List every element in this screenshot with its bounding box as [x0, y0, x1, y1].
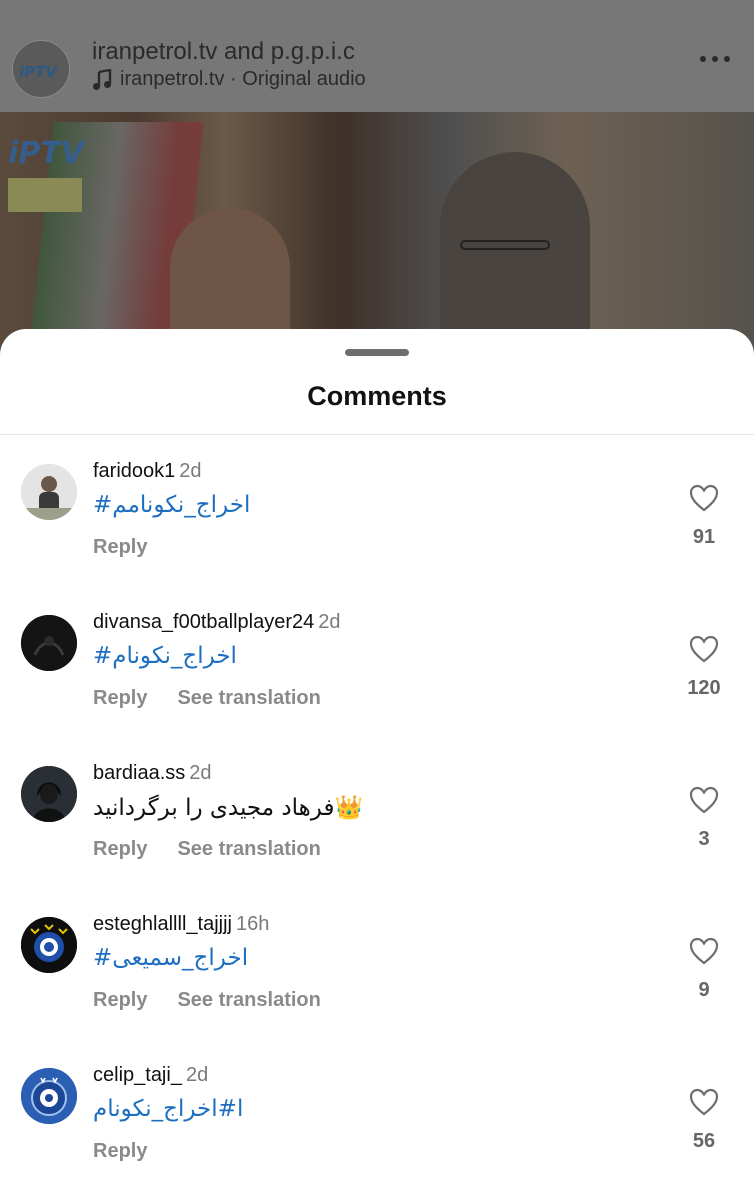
reply-button[interactable]: Reply [93, 1140, 147, 1163]
heart-outline-icon[interactable] [689, 786, 719, 814]
sheet-title: Comments [307, 381, 447, 411]
reply-button[interactable]: Reply [93, 989, 147, 1012]
reel-header: iPTV iranpetrol.tv and p.g.p.i.c iranpet… [0, 0, 754, 112]
see-translation-button[interactable]: See translation [177, 989, 320, 1012]
reel-avatar[interactable]: iPTV [12, 40, 70, 98]
like-control[interactable]: 120 [674, 635, 734, 700]
avatar[interactable] [21, 917, 77, 973]
sheet-drag-handle[interactable] [345, 349, 409, 356]
music-note-icon [93, 68, 112, 90]
reel-audio[interactable]: iranpetrol.tv · Original audio [92, 68, 366, 91]
comment-time: 16h [235, 913, 270, 935]
iptv-logo: iPTV [19, 63, 57, 81]
reply-button[interactable]: Reply [93, 536, 147, 559]
comment-time: 2d [185, 1064, 209, 1086]
see-translation-button[interactable]: See translation [177, 838, 320, 861]
comment-time: 2d [318, 611, 341, 633]
reel-audio-label: iranpetrol.tv · Original audio [120, 68, 366, 90]
comments-sheet: Comments faridook1 2d #اخراج_نکونامم Repl… [0, 329, 754, 1200]
like-count: 9 [698, 979, 710, 1001]
like-count: 120 [687, 677, 721, 699]
comment-text[interactable]: ا#اخراج_نکونام [93, 1096, 243, 1122]
comment-text[interactable]: فرهاد مجیدی را برگردانید👑 [93, 794, 363, 821]
comment-username[interactable]: celip_taji_ 2d [93, 1064, 208, 1087]
comment-actions: Reply [93, 1140, 147, 1163]
comment-actions: Reply See translation [93, 989, 321, 1012]
heart-outline-icon[interactable] [689, 635, 719, 663]
comment-time: 2d [189, 762, 212, 784]
heart-outline-icon[interactable] [689, 937, 719, 965]
iptv-banner: iPTV [8, 136, 84, 171]
like-count: 3 [698, 828, 710, 850]
comment-item: celip_taji_ 2d ا#اخراج_نکونام Reply 56 [0, 1064, 754, 1200]
heart-outline-icon[interactable] [689, 1088, 719, 1116]
comment-username[interactable]: faridook1 2d [93, 460, 202, 483]
more-horizontal-icon[interactable] [700, 56, 730, 64]
comment-item: bardiaa.ss 2d فرهاد مجیدی را برگردانید👑 R… [0, 762, 754, 906]
divider [0, 434, 754, 435]
like-control[interactable]: 3 [674, 786, 734, 851]
comment-text[interactable]: #اخراج_نکونامم [93, 492, 250, 518]
comment-item: esteghlallll_tajjjj 16h #اخراج_سمیعی Repl… [0, 913, 754, 1057]
comment-text[interactable]: #اخراج_نکونام [93, 643, 237, 669]
reply-button[interactable]: Reply [93, 687, 147, 710]
comment-username[interactable]: esteghlallll_tajjjj 16h [93, 913, 269, 936]
comment-item: divansa_f00tballplayer24 2d #اخراج_نکونام… [0, 611, 754, 755]
avatar[interactable] [21, 766, 77, 822]
see-translation-button[interactable]: See translation [177, 687, 320, 710]
like-count: 56 [692, 1130, 716, 1152]
like-control[interactable]: 9 [674, 937, 734, 1002]
avatar[interactable] [21, 615, 77, 671]
like-control[interactable]: 91 [674, 484, 734, 549]
avatar[interactable] [21, 1068, 77, 1124]
reel-backdrop: iPTV iranpetrol.tv and p.g.p.i.c iranpet… [0, 0, 754, 380]
avatar[interactable] [21, 464, 77, 520]
comment-username[interactable]: divansa_f00tballplayer24 2d [93, 611, 341, 634]
comment-username[interactable]: bardiaa.ss 2d [93, 762, 212, 785]
comment-actions: Reply [93, 536, 147, 559]
like-control[interactable]: 56 [674, 1088, 734, 1153]
comment-actions: Reply See translation [93, 838, 321, 861]
reply-button[interactable]: Reply [93, 838, 147, 861]
channel-badge-image [8, 178, 82, 212]
heart-outline-icon[interactable] [689, 484, 719, 512]
comment-text[interactable]: #اخراج_سمیعی [93, 945, 248, 971]
comment-time: 2d [179, 460, 202, 482]
comment-actions: Reply See translation [93, 687, 321, 710]
reel-title[interactable]: iranpetrol.tv and p.g.p.i.c [92, 38, 355, 66]
comment-item: faridook1 2d #اخراج_نکونامم Reply 91 [0, 460, 754, 604]
like-count: 91 [692, 526, 716, 548]
